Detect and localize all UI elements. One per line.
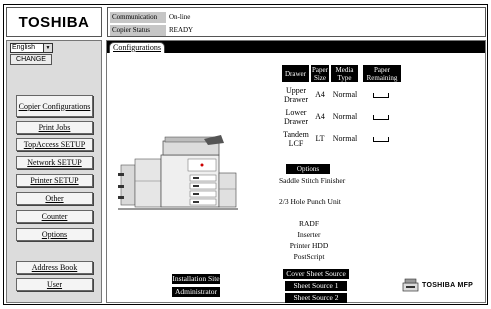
sheet-source-2-button[interactable]: Sheet Source 2	[285, 293, 347, 303]
drawer-media-type: Normal	[332, 90, 358, 99]
copier-status-label: Copier Status	[110, 25, 166, 36]
sidebar-item-address-book[interactable]: Address Book	[16, 261, 93, 274]
paper-remaining-gauge	[373, 137, 389, 142]
copier-status-row: Copier Status READY	[110, 25, 193, 36]
sidebar-item-user[interactable]: User	[16, 278, 93, 291]
sidebar-item-label: Copier Configurations	[18, 101, 91, 111]
option-item: Inserter	[297, 230, 321, 239]
drawer-name: Upper Drawer	[284, 86, 308, 104]
drawer-paper-size: A4	[315, 90, 325, 99]
drawer-name: Lower Drawer	[284, 108, 308, 126]
language-value: English	[12, 44, 35, 51]
sidebar-item-label: User	[46, 280, 63, 289]
tab-label: Configurations	[113, 43, 161, 52]
header-paper-size: Paper Size	[311, 65, 329, 82]
option-item: 2/3 Hole Punch Unit	[279, 197, 341, 206]
sidebar-item-label: Options	[41, 230, 68, 239]
communication-value: On-line	[169, 13, 191, 21]
sidebar-item-topaccess-setup[interactable]: TopAccess SETUP	[16, 138, 93, 151]
paper-remaining-gauge	[373, 115, 389, 120]
brand-text: TOSHIBA MFP	[422, 281, 474, 289]
installation-site-button[interactable]: Installation Site	[172, 274, 220, 284]
drawer-name: Tandem LCF	[283, 130, 309, 148]
sidebar-item-copier-configurations[interactable]: Copier Configurations	[16, 95, 93, 117]
sidebar-item-network-setup[interactable]: Network SETUP	[16, 156, 93, 169]
change-language-button[interactable]: CHANGE	[10, 54, 52, 65]
header-paper-remaining: Paper Remaining	[363, 65, 401, 82]
status-panel: Communication On-line Copier Status READ…	[107, 7, 486, 37]
main-content: Configurations Drawer Paper Size Media T…	[106, 40, 486, 303]
administrator-button[interactable]: Administrator	[172, 287, 220, 297]
toshiba-mfp-logo: TOSHIBA MFP	[402, 278, 473, 292]
tab-bar: Configurations	[107, 41, 485, 53]
sidebar-item-other[interactable]: Other	[16, 192, 93, 205]
drawer-paper-size: A4	[315, 112, 325, 121]
sidebar-item-label: Printer SETUP	[30, 176, 79, 185]
sidebar-item-counter[interactable]: Counter	[16, 210, 93, 223]
tab-configurations[interactable]: Configurations	[109, 42, 165, 53]
cover-sheet-source-button[interactable]: Cover Sheet Source	[283, 269, 349, 279]
option-item: RADF	[298, 219, 319, 228]
sidebar-item-label: Other	[45, 194, 64, 203]
sidebar-item-label: Network SETUP	[27, 158, 82, 167]
communication-row: Communication On-line	[110, 12, 190, 23]
mfp-icon	[402, 278, 419, 292]
sidebar-item-label: Address Book	[31, 263, 78, 272]
language-select[interactable]: English ▼	[10, 43, 53, 53]
sidebar-item-label: Counter	[41, 212, 68, 221]
sidebar-item-label: TopAccess SETUP	[23, 140, 86, 149]
header-drawer: Drawer	[282, 65, 309, 82]
sidebar-item-printer-setup[interactable]: Printer SETUP	[16, 174, 93, 187]
drawer-media-type: Normal	[332, 134, 358, 143]
options-header: Options	[286, 164, 330, 174]
paper-remaining-gauge	[373, 93, 389, 98]
chevron-down-icon[interactable]: ▼	[43, 44, 52, 52]
option-item: PostScript	[293, 252, 325, 261]
drawer-paper-size: LT	[315, 134, 325, 143]
communication-label: Communication	[110, 12, 166, 23]
sidebar-item-print-jobs[interactable]: Print Jobs	[16, 121, 93, 134]
sidebar-item-label: Print Jobs	[38, 123, 71, 132]
toshiba-logo: TOSHIBA	[6, 7, 102, 37]
copier-illustration	[118, 135, 238, 210]
sidebar: English ▼ CHANGE Copier Configurations P…	[6, 40, 102, 303]
option-item: Saddle Stitch Finisher	[279, 176, 346, 185]
option-item: Printer HDD	[289, 241, 329, 250]
header-media-type: Media Type	[331, 65, 358, 82]
sheet-source-1-button[interactable]: Sheet Source 1	[285, 281, 347, 291]
copier-status-value: READY	[169, 26, 194, 34]
sidebar-item-options[interactable]: Options	[16, 228, 93, 241]
drawer-media-type: Normal	[332, 112, 358, 121]
logo-text: TOSHIBA	[18, 13, 90, 31]
